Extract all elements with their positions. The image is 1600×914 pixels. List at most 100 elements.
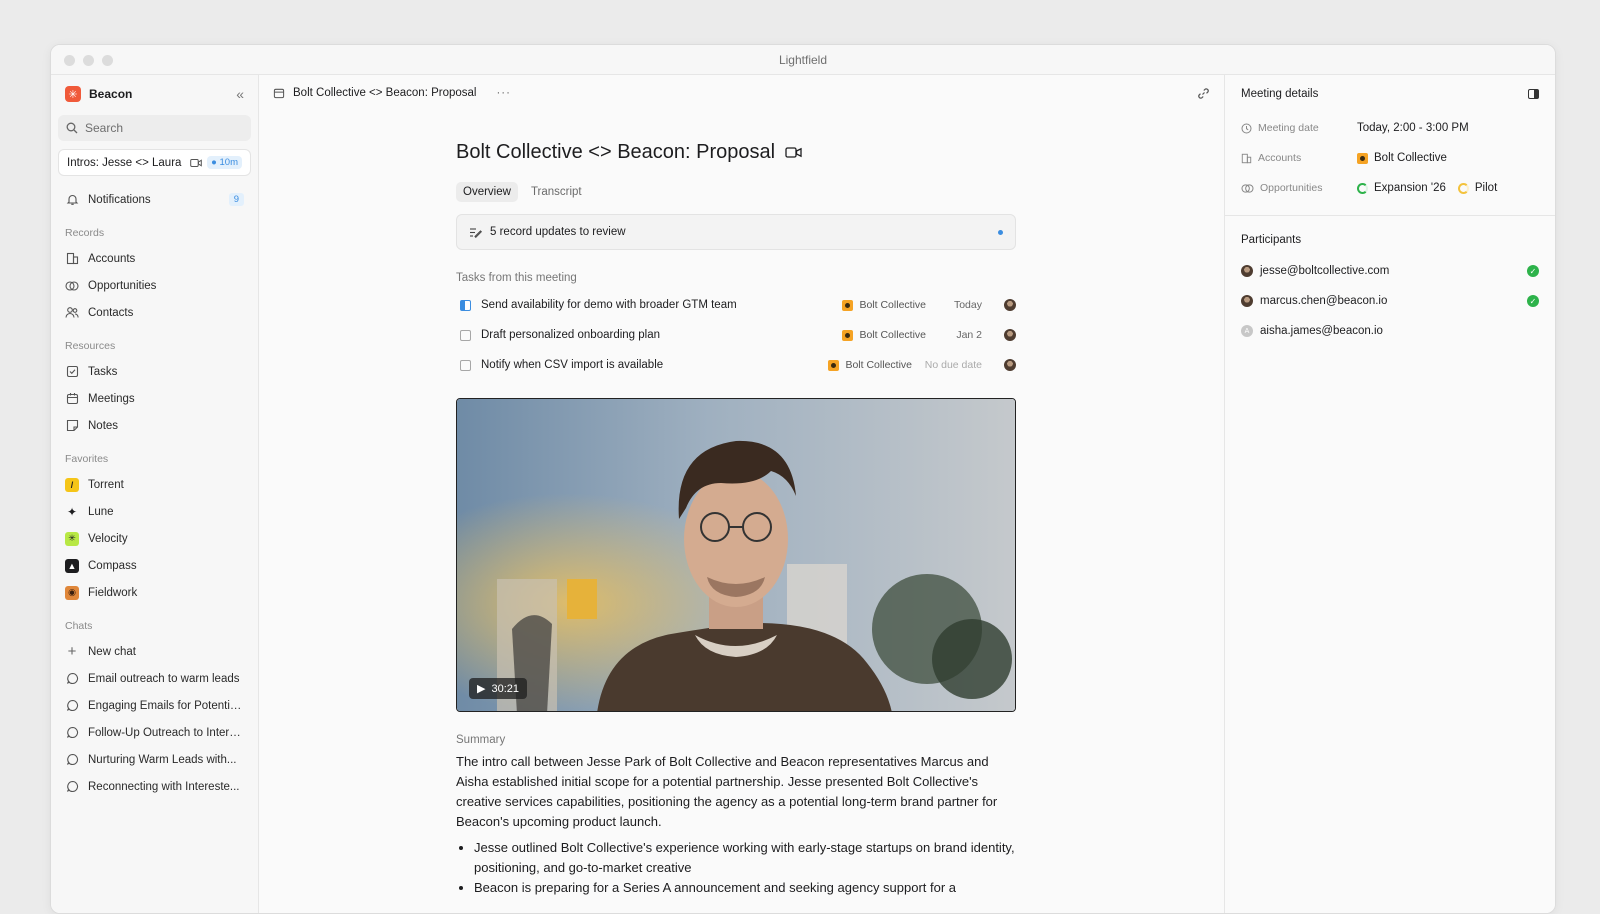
sidebar-item-contacts[interactable]: Contacts xyxy=(57,299,252,326)
participant-row[interactable]: marcus.chen@beacon.io ✓ xyxy=(1225,286,1555,316)
close-window-button[interactable] xyxy=(64,55,75,66)
details-title: Meeting details xyxy=(1241,88,1319,100)
upcoming-meeting-card[interactable]: Intros: Jesse <> Laura ● 10m xyxy=(58,149,251,176)
task-account[interactable]: Bolt Collective xyxy=(828,359,912,371)
tab-transcript[interactable]: Transcript xyxy=(524,182,589,202)
task-due-date[interactable]: Jan 2 xyxy=(936,329,982,341)
account-chip[interactable]: Bolt Collective xyxy=(1357,152,1447,164)
sidebar-item-tasks[interactable]: Tasks xyxy=(57,358,252,385)
breadcrumb[interactable]: Bolt Collective <> Beacon: Proposal xyxy=(293,87,476,99)
sidebar-item-fieldwork[interactable]: ◉ Fieldwork xyxy=(57,579,252,606)
meeting-date-label-text: Meeting date xyxy=(1258,122,1319,134)
chat-item[interactable]: Follow-Up Outreach to Intere... xyxy=(57,719,252,746)
sidebar-item-meetings[interactable]: Meetings xyxy=(57,385,252,412)
collapse-sidebar-icon[interactable]: « xyxy=(236,86,244,102)
video-camera-icon xyxy=(190,158,202,167)
link-icon[interactable] xyxy=(1197,87,1210,100)
summary-text: The intro call between Jesse Park of Bol… xyxy=(456,754,998,829)
sidebar-item-label: Fieldwork xyxy=(88,586,138,599)
video-frame xyxy=(457,399,1015,711)
record-updates-banner[interactable]: 5 record updates to review xyxy=(456,214,1016,250)
opportunity-name: Pilot xyxy=(1474,182,1498,194)
video-camera-icon xyxy=(785,147,802,158)
opportunities-label: Opportunities xyxy=(1241,182,1357,194)
meeting-recording-video[interactable]: ▶ 30:21 xyxy=(456,398,1016,712)
summary-bullets: Jesse outlined Bolt Collective's experie… xyxy=(456,838,1016,898)
participant-avatar xyxy=(1241,295,1253,307)
chat-item[interactable]: Email outreach to warm leads xyxy=(57,665,252,692)
opportunity-chip[interactable]: Pilot xyxy=(1457,182,1498,194)
meeting-content: Bolt Collective <> Beacon: Proposal Over… xyxy=(456,111,1016,898)
accounts-row: Accounts Bolt Collective xyxy=(1225,143,1555,173)
task-due-date[interactable]: No due date xyxy=(922,359,982,371)
chat-bubble-icon xyxy=(65,672,79,686)
sidebar-item-label: Compass xyxy=(88,559,137,572)
sidebar-item-velocity[interactable]: ✳ Velocity xyxy=(57,525,252,552)
task-row[interactable]: Draft personalized onboarding plan Bolt … xyxy=(456,320,1016,350)
assignee-avatar[interactable] xyxy=(1004,359,1016,371)
task-due-date[interactable]: Today xyxy=(936,299,982,311)
sidebar-item-opportunities[interactable]: Opportunities xyxy=(57,272,252,299)
search-input[interactable]: Search xyxy=(58,115,251,141)
play-duration-button[interactable]: ▶ 30:21 xyxy=(469,678,527,699)
bolt-collective-logo-icon xyxy=(842,299,854,311)
tab-overview[interactable]: Overview xyxy=(456,182,518,202)
task-checkbox[interactable] xyxy=(460,299,471,311)
toggle-panel-icon[interactable] xyxy=(1528,89,1539,99)
app-window: Lightfield ✳ Beacon « Search Intros: Jes… xyxy=(50,44,1556,914)
participants-title: Participants xyxy=(1241,234,1302,246)
summary-bullet: Beacon is preparing for a Series A annou… xyxy=(474,878,1016,898)
task-checkbox[interactable] xyxy=(460,329,471,341)
summary-section-label: Summary xyxy=(456,734,506,746)
task-row[interactable]: Send availability for demo with broader … xyxy=(456,290,1016,320)
edit-list-icon xyxy=(470,227,482,238)
chat-bubble-icon xyxy=(65,726,79,740)
chat-item[interactable]: Reconnecting with Intereste... xyxy=(57,773,252,800)
maximize-window-button[interactable] xyxy=(102,55,113,66)
task-title: Notify when CSV import is available xyxy=(481,359,664,371)
chat-label: Engaging Emails for Potential... xyxy=(88,699,244,712)
meeting-date-row: Meeting date Today, 2:00 - 3:00 PM xyxy=(1225,113,1555,143)
resources-section-label: Resources xyxy=(65,340,116,352)
new-chat-button[interactable]: + New chat xyxy=(57,638,252,665)
sidebar-item-compass[interactable]: ▲ Compass xyxy=(57,552,252,579)
task-checkbox[interactable] xyxy=(460,359,471,371)
video-duration: 30:21 xyxy=(491,682,519,695)
participant-row[interactable]: A aisha.james@beacon.io xyxy=(1225,316,1555,346)
sidebar-item-lune[interactable]: ✦ Lune xyxy=(57,498,252,525)
new-chat-label: New chat xyxy=(88,645,136,658)
opportunity-chip[interactable]: Expansion '26 xyxy=(1357,182,1446,194)
main-content: Bolt Collective <> Beacon: Proposal ··· … xyxy=(259,75,1224,913)
participant-email: jesse@boltcollective.com xyxy=(1260,265,1390,277)
assignee-avatar[interactable] xyxy=(1004,299,1016,311)
task-row[interactable]: Notify when CSV import is available Bolt… xyxy=(456,350,1016,380)
play-icon: ▶ xyxy=(477,683,486,695)
sidebar-item-accounts[interactable]: Accounts xyxy=(57,245,252,272)
window-title: Lightfield xyxy=(778,52,828,67)
records-section-label: Records xyxy=(65,227,105,239)
chat-item[interactable]: Nurturing Warm Leads with... xyxy=(57,746,252,773)
sidebar-item-torrent[interactable]: / Torrent xyxy=(57,471,252,498)
task-account[interactable]: Bolt Collective xyxy=(842,299,926,311)
bolt-collective-logo-icon xyxy=(828,359,840,371)
chat-item[interactable]: Engaging Emails for Potential... xyxy=(57,692,252,719)
minimize-window-button[interactable] xyxy=(83,55,94,66)
opportunities-row: Opportunities Expansion '26 Pilot xyxy=(1225,173,1555,203)
sidebar-item-label: Notes xyxy=(88,419,119,432)
task-account[interactable]: Bolt Collective xyxy=(842,329,926,341)
participant-avatar: A xyxy=(1241,325,1253,337)
participant-row[interactable]: jesse@boltcollective.com ✓ xyxy=(1225,256,1555,286)
workspace-switcher[interactable]: ✳ Beacon « xyxy=(57,75,252,113)
workspace-name: Beacon xyxy=(89,87,133,101)
opportunity-name: Expansion '26 xyxy=(1374,182,1446,194)
sidebar-item-notifications[interactable]: Notifications 9 xyxy=(57,186,252,213)
sidebar-item-notes[interactable]: Notes xyxy=(57,412,252,439)
search-placeholder: Search xyxy=(85,121,124,135)
meeting-date-value[interactable]: Today, 2:00 - 3:00 PM xyxy=(1357,122,1469,134)
participant-avatar xyxy=(1241,265,1253,277)
lune-logo-icon: ✦ xyxy=(66,504,78,519)
more-options-icon[interactable]: ··· xyxy=(496,87,511,99)
workspace-logo-icon: ✳ xyxy=(65,86,81,102)
top-bar: Bolt Collective <> Beacon: Proposal ··· xyxy=(259,75,1224,111)
assignee-avatar[interactable] xyxy=(1004,329,1016,341)
